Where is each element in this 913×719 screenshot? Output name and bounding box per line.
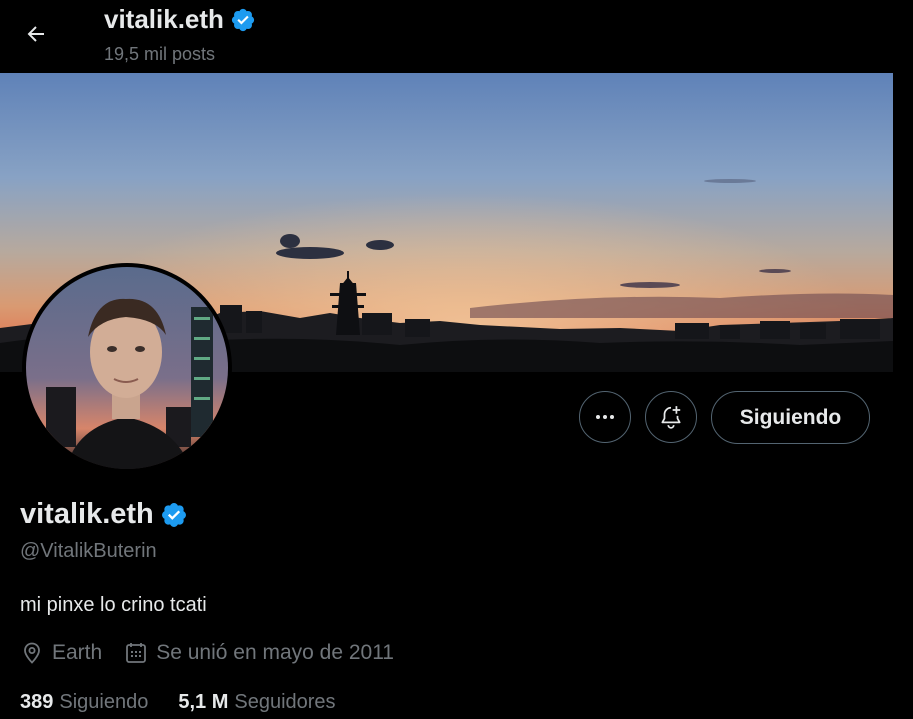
followers-label: Seguidores [234, 691, 336, 713]
scrollbar[interactable] [893, 0, 913, 719]
following-link[interactable]: 389 Siguiendo [20, 691, 148, 714]
profile-stats: 389 Siguiendo 5,1 M Seguidores [20, 691, 366, 714]
profile-bio: mi pinxe lo crino tcati [20, 594, 207, 616]
location-pin-icon [24, 642, 40, 664]
joined-text: Se unió en mayo de 2011 [156, 641, 394, 664]
user-handle: @VitalikButerin [20, 540, 157, 562]
following-count: 389 [20, 691, 54, 713]
followers-link[interactable]: 5,1 M Seguidores [178, 691, 335, 714]
more-options-button[interactable] [579, 391, 631, 443]
following-button[interactable]: Siguiendo [711, 391, 870, 444]
location-item: Earth [20, 641, 102, 665]
following-label: Siguiendo [59, 691, 149, 713]
header-title: vitalik.eth [104, 4, 224, 34]
avatar-photo [26, 267, 228, 469]
display-name: vitalik.eth [20, 498, 154, 530]
profile-avatar[interactable] [22, 263, 232, 473]
profile-name-row: vitalik.eth [20, 498, 188, 531]
header-title-row: vitalik.eth [104, 4, 256, 35]
bell-plus-icon [661, 406, 681, 429]
top-bar: vitalik.eth 19,5 mil posts [0, 0, 893, 73]
followers-count: 5,1 M [178, 691, 229, 713]
location-text: Earth [52, 641, 103, 664]
verified-badge-icon [231, 8, 255, 31]
notify-button[interactable] [645, 391, 697, 443]
back-arrow-icon [27, 26, 44, 42]
more-icon [596, 415, 614, 419]
profile-meta: Earth Se unió en mayo de 2011 [20, 641, 416, 665]
back-button[interactable] [16, 14, 56, 54]
header-post-count: 19,5 mil posts [104, 44, 216, 64]
verified-badge-icon[interactable] [160, 501, 188, 529]
joined-item: Se unió en mayo de 2011 [124, 641, 394, 665]
calendar-icon [126, 643, 147, 663]
